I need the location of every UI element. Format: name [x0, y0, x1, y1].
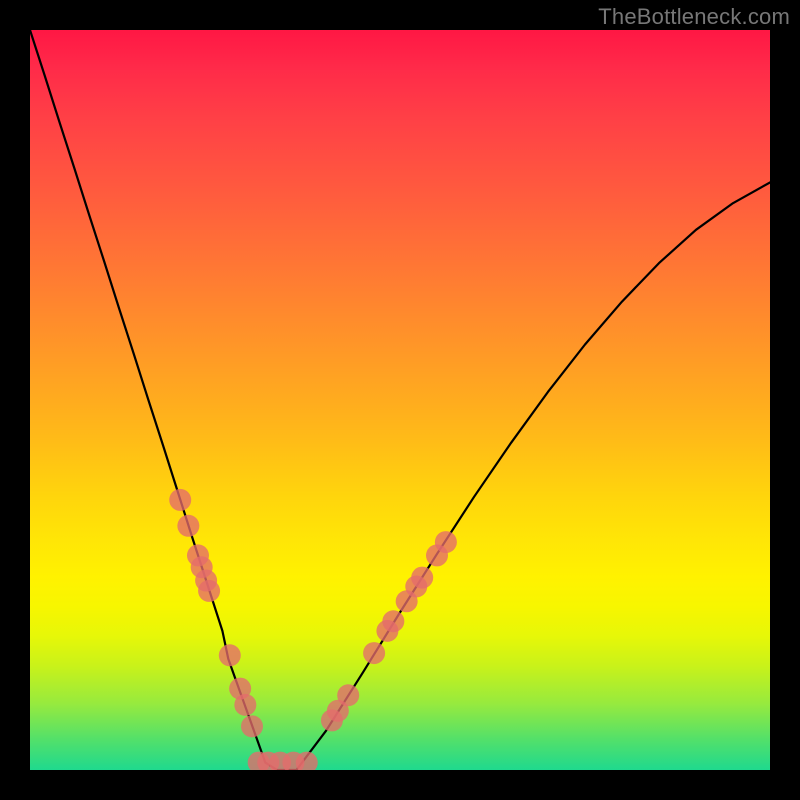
- curve-marker: [198, 580, 220, 602]
- plot-svg: [30, 30, 770, 770]
- bottleneck-curve: [30, 30, 770, 770]
- curve-marker: [382, 610, 404, 632]
- curve-marker: [177, 515, 199, 537]
- curve-marker: [363, 642, 385, 664]
- curve-marker: [337, 684, 359, 706]
- curve-marker: [411, 567, 433, 589]
- chart-frame: TheBottleneck.com: [0, 0, 800, 800]
- curve-marker: [169, 489, 191, 511]
- curve-marker: [241, 715, 263, 737]
- curve-marker: [219, 644, 241, 666]
- curve-marker: [234, 694, 256, 716]
- watermark-label: TheBottleneck.com: [598, 4, 790, 30]
- curve-markers: [169, 489, 457, 770]
- curve-marker: [435, 531, 457, 553]
